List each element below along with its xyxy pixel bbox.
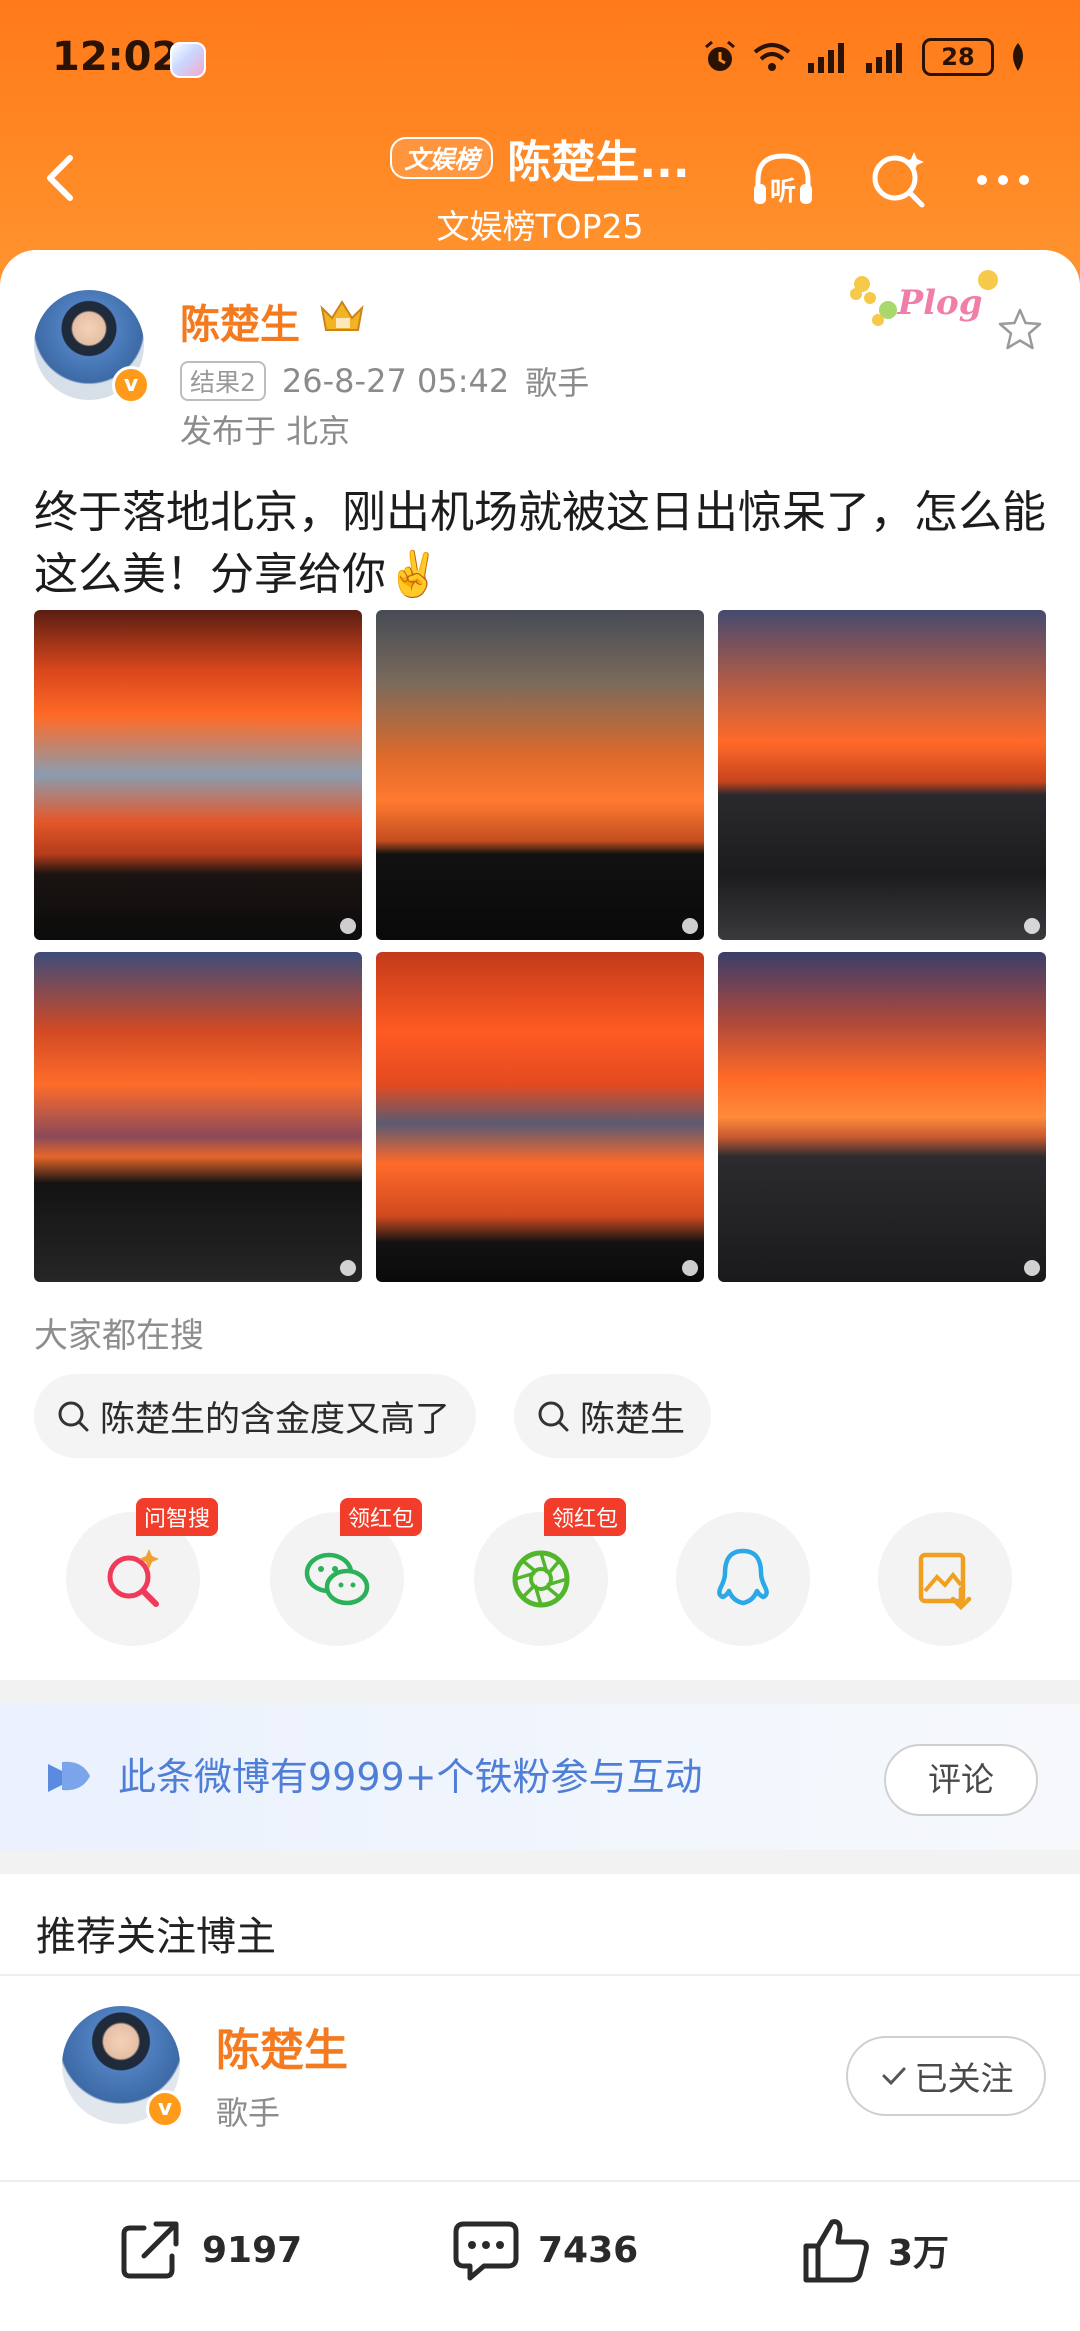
follow-label: 已关注	[914, 2059, 1014, 2098]
photo-4[interactable]	[34, 952, 362, 1282]
plog-sticker-icon: Plog	[850, 270, 998, 326]
share-qq-button[interactable]	[676, 1512, 810, 1646]
signal-icon-2	[866, 43, 902, 73]
verified-badge-icon: v	[146, 2090, 184, 2128]
share-badge: 领红包	[339, 1498, 422, 1536]
crown-icon	[320, 300, 364, 331]
watermark-icon	[1024, 1260, 1040, 1276]
search-chip-label: 陈楚生	[580, 1399, 686, 1440]
photo-3[interactable]	[718, 610, 1046, 940]
fans-icon	[48, 1761, 90, 1792]
repost-button[interactable]: 9197	[114, 2214, 302, 2286]
recommend-section: 推荐关注博主 v 陈楚生 歌手 已关注 9197 7436 3万	[0, 1874, 1080, 2331]
moments-icon	[512, 1550, 570, 1608]
like-button[interactable]: 3万	[800, 2214, 949, 2286]
alarm-icon	[705, 40, 735, 71]
photo-6[interactable]	[718, 952, 1046, 1282]
share-ai-search-button[interactable]: 问智搜	[66, 1498, 218, 1646]
save-image-icon	[918, 1552, 972, 1611]
post-datetime: 26-8-27 05:42	[281, 362, 510, 400]
photo-grid	[34, 610, 1046, 1282]
share-moments-button[interactable]: 领红包	[474, 1498, 626, 1646]
listen-label: 听	[770, 177, 796, 207]
more-icon[interactable]	[968, 144, 1038, 214]
status-icons: 28	[702, 38, 1028, 76]
search-chip[interactable]: 陈楚生的含金度又高了	[34, 1374, 477, 1458]
qq-icon	[717, 1548, 769, 1606]
wechat-icon	[304, 1552, 370, 1606]
signal-icon	[808, 43, 844, 73]
battery-indicator: 28	[922, 38, 994, 76]
search-chip[interactable]: 陈楚生	[514, 1374, 712, 1458]
nav-bar: 文娱榜 陈楚生... 文娱榜TOP25 听	[0, 122, 1080, 246]
watermark-icon	[682, 918, 698, 934]
verified-badge-icon: v	[112, 366, 150, 404]
post-card: v 陈楚生 结果2 26-8-27 05:42 歌手 发布于 北京 Plog 终…	[0, 250, 1080, 1680]
follow-button[interactable]: 已关注	[846, 2036, 1046, 2116]
search-icon[interactable]	[864, 144, 934, 214]
share-badge: 问智搜	[135, 1498, 218, 1536]
search-icon	[538, 1401, 569, 1432]
fans-banner-text: 此条微博有9999+个铁粉参与互动	[118, 1755, 703, 1799]
comment-icon	[453, 2221, 519, 2281]
search-chip-label: 陈楚生的含金度又高了	[100, 1399, 451, 1440]
ai-search-icon	[107, 1549, 159, 1607]
trending-search-title: 大家都在搜	[34, 1316, 204, 1356]
author-avatar[interactable]: v	[34, 290, 150, 404]
search-icon	[58, 1401, 89, 1432]
post-location: 发布于 北京	[180, 412, 351, 450]
share-badge: 领红包	[543, 1498, 626, 1536]
app-notification-icon	[170, 42, 206, 78]
watermark-icon	[682, 1260, 698, 1276]
watermark-icon	[340, 1260, 356, 1276]
share-save-image-button[interactable]	[878, 1512, 1012, 1646]
photo-5[interactable]	[376, 952, 704, 1282]
photo-2[interactable]	[376, 610, 704, 940]
photo-1[interactable]	[34, 610, 362, 940]
watermark-icon	[1024, 918, 1040, 934]
recommended-avatar[interactable]: v	[62, 2006, 184, 2128]
repost-icon	[121, 2221, 179, 2279]
repost-count: 9197	[202, 2229, 303, 2271]
recommended-desc: 歌手	[216, 2094, 281, 2132]
page-title: 陈楚生...	[507, 137, 690, 188]
like-count: 3万	[888, 2233, 950, 2274]
recommended-name[interactable]: 陈楚生	[216, 2014, 348, 2078]
wifi-icon	[753, 43, 791, 71]
comment-button[interactable]: 评论	[884, 1744, 1038, 1816]
comment-action-button[interactable]: 7436	[450, 2214, 638, 2286]
post-text: 终于落地北京，刚出机场就被这日出惊呆了，怎么能这么美！分享给你✌️	[34, 487, 1046, 600]
favorite-star-icon[interactable]	[996, 306, 1044, 354]
status-bar: 12:02 28	[52, 34, 1028, 90]
result-tag: 结果2	[180, 361, 266, 401]
fans-interaction-banner: 此条微博有9999+个铁粉参与互动 评论	[0, 1704, 1080, 1850]
like-icon	[803, 2219, 869, 2283]
share-wechat-button[interactable]: 领红包	[270, 1498, 422, 1646]
leaf-icon	[1013, 43, 1023, 71]
watermark-icon	[340, 918, 356, 934]
divider	[0, 1974, 1080, 1976]
listen-icon[interactable]: 听	[748, 144, 818, 214]
checkmark-icon	[882, 2067, 905, 2086]
status-time: 12:02	[52, 34, 180, 80]
post-meta: 结果2 26-8-27 05:42 歌手	[180, 358, 589, 404]
author-role: 歌手	[525, 364, 590, 402]
author-name[interactable]: 陈楚生	[180, 292, 300, 350]
comment-count: 7436	[538, 2229, 639, 2271]
recommend-title: 推荐关注博主	[36, 1914, 276, 1960]
plog-label: Plog	[897, 283, 983, 323]
divider	[0, 2180, 1080, 2182]
ranking-tag: 文娱榜	[390, 137, 494, 179]
